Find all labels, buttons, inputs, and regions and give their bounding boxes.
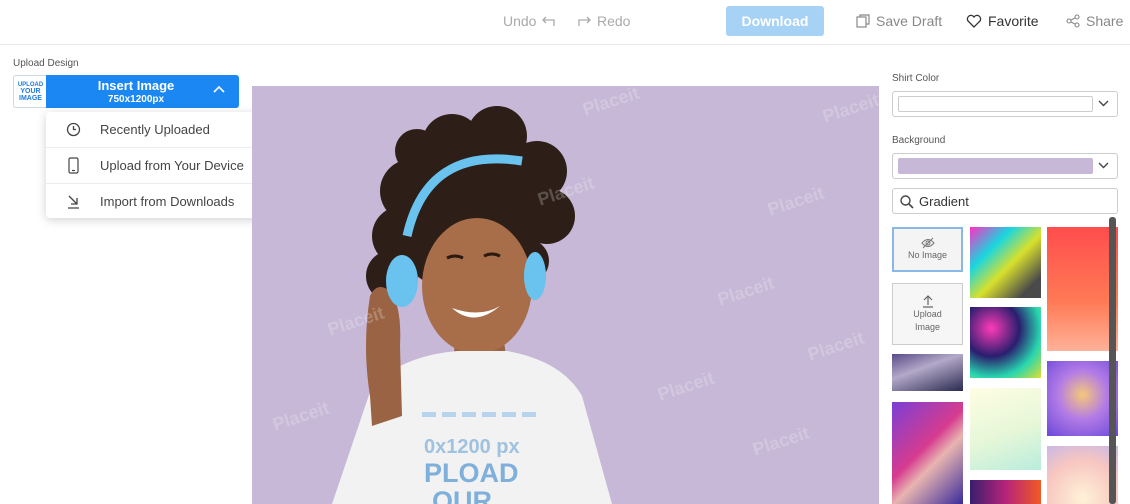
sidebar-scrollbar[interactable] [1109,217,1116,504]
thumb-line-2: YOUR [20,87,41,95]
share-icon [1066,14,1080,28]
menu-item-upload-device[interactable]: Upload from Your Device [46,148,270,183]
copy-icon [856,14,870,28]
background-thumbnail[interactable] [1047,446,1118,504]
shirt-print-your: OUR [432,486,492,504]
undo-button[interactable]: Undo [503,13,558,29]
insert-image-title: Insert Image [97,78,175,93]
favorite-label: Favorite [988,13,1039,29]
background-thumbnail[interactable] [1047,227,1118,351]
mockup-canvas[interactable]: 0x1200 px PLOAD OUR Placeit Placeit Plac… [252,86,879,504]
background-label: Background [892,135,946,146]
favorite-button[interactable]: Favorite [966,13,1039,29]
share-label: Share [1086,13,1124,29]
background-swatch [898,158,1093,174]
top-toolbar: Undo Redo Download Save Draft Favorite S… [0,0,1130,45]
upload-arrow-icon [922,295,933,308]
search-input[interactable] [919,193,1109,209]
background-thumbnail[interactable] [970,227,1041,298]
no-image-label: No Image [907,250,948,260]
upload-image-label-1: Upload [913,309,942,319]
phone-icon [67,157,79,174]
background-thumbnail[interactable] [892,402,963,504]
background-select[interactable] [892,153,1118,179]
background-thumbnail[interactable] [970,307,1041,378]
download-arrow-icon [67,195,79,209]
menu-item-import-downloads[interactable]: Import from Downloads [46,184,270,219]
search-icon [900,195,914,209]
redo-label: Redo [597,13,631,29]
upload-image-label-2: Image [914,322,940,332]
shirt-print-upload: PLOAD [424,458,519,488]
shirt-color-select[interactable] [892,91,1118,117]
upload-image-option[interactable]: Upload Image [892,283,963,345]
shirt-print-size: 0x1200 px [424,436,520,458]
clock-icon [66,122,80,137]
background-search[interactable] [892,188,1118,214]
menu-item-recently-uploaded[interactable]: Recently Uploaded [46,112,270,147]
shirt-color-label: Shirt Color [892,73,940,84]
shirt-color-swatch [898,96,1093,112]
chevron-up-icon [213,85,225,93]
upload-design-label: Upload Design [13,58,79,69]
menu-label-recently-uploaded: Recently Uploaded [100,122,210,137]
insert-image-button[interactable]: Insert Image 750x1200px [46,75,239,108]
upload-thumbnail[interactable]: UPLOAD YOUR IMAGE [13,75,47,108]
save-draft-button[interactable]: Save Draft [856,13,942,29]
chevron-down-icon [1098,100,1109,107]
download-button[interactable]: Download [726,6,824,36]
no-image-option[interactable]: No Image [892,227,963,272]
redo-icon [578,16,591,26]
insert-image-menu: Recently Uploaded Upload from Your Devic… [46,112,270,218]
chevron-down-icon [1098,162,1109,169]
thumb-line-3: IMAGE [19,94,42,102]
redo-button[interactable]: Redo [575,13,630,29]
background-thumbnail[interactable] [970,480,1041,504]
save-draft-label: Save Draft [876,13,943,29]
background-thumbnail[interactable] [970,388,1041,470]
undo-icon [542,16,556,26]
menu-label-import-downloads: Import from Downloads [100,194,235,209]
undo-label: Undo [503,13,537,29]
background-thumbnail[interactable] [1047,361,1118,436]
insert-image-size: 750x1200px [107,94,165,105]
heart-icon [966,14,982,28]
eye-slash-icon [920,237,935,249]
share-button[interactable]: Share [1066,13,1123,29]
background-thumbnail[interactable] [892,354,963,391]
menu-label-upload-device: Upload from Your Device [100,158,244,173]
